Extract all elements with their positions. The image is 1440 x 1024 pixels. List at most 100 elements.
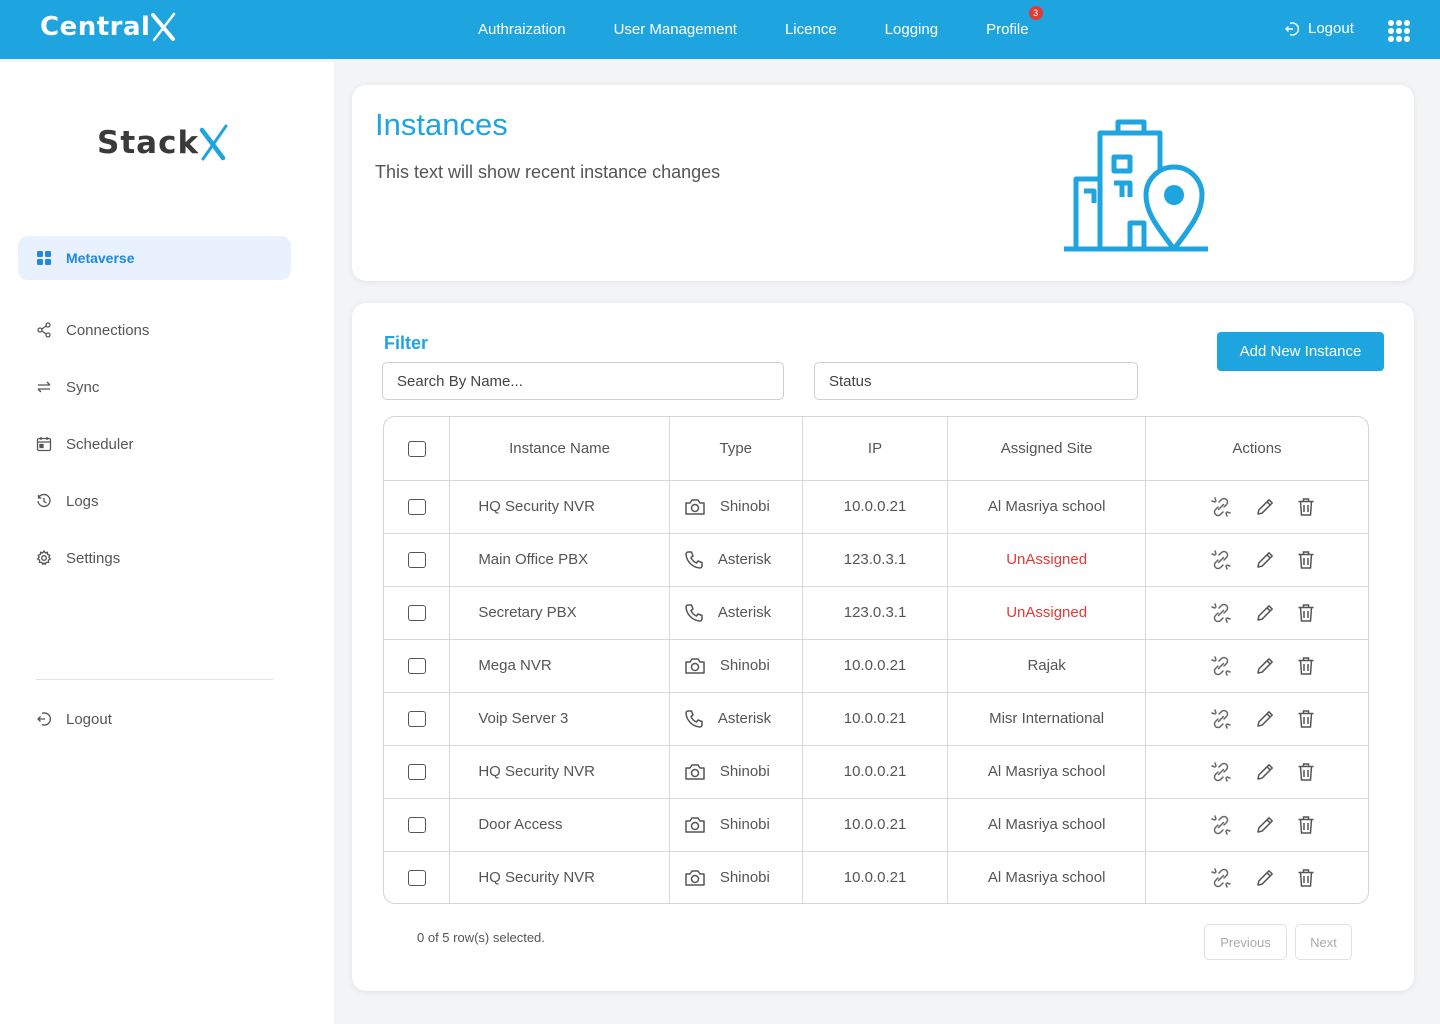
unlink-icon[interactable] bbox=[1209, 654, 1233, 678]
nav-profile[interactable]: Profile 3 bbox=[986, 6, 1043, 38]
instance-name: Secretary PBX bbox=[449, 586, 670, 640]
unlink-icon[interactable] bbox=[1209, 866, 1233, 890]
unlink-icon[interactable] bbox=[1209, 813, 1233, 837]
delete-icon[interactable] bbox=[1297, 497, 1315, 517]
table-row[interactable]: Mega NVR Shinobi 10.0.0.21 Rajak bbox=[384, 639, 1368, 693]
sidebar-logout-button[interactable]: Logout bbox=[18, 697, 291, 741]
nav-user-management[interactable]: User Management bbox=[614, 21, 737, 38]
sidebar-item-label: Logs bbox=[66, 492, 99, 510]
centralx-logo[interactable]: Central bbox=[40, 12, 177, 42]
instances-hero-card: Instances This text will show recent ins… bbox=[352, 85, 1414, 281]
unlink-icon[interactable] bbox=[1209, 601, 1233, 625]
table-row[interactable]: Secretary PBX Asterisk 123.0.3.1 UnAssigned bbox=[384, 586, 1368, 640]
column-header-assigned-site[interactable]: Assigned Site bbox=[947, 417, 1146, 481]
table-row[interactable]: HQ Security NVR Shinobi 10.0.0.21 Al Masriy… bbox=[384, 851, 1368, 903]
column-header-type[interactable]: Type bbox=[669, 417, 803, 481]
row-checkbox[interactable] bbox=[407, 764, 426, 781]
delete-icon[interactable] bbox=[1297, 656, 1315, 676]
edit-icon[interactable] bbox=[1255, 497, 1275, 517]
instance-name: Mega NVR bbox=[449, 639, 670, 693]
delete-icon[interactable] bbox=[1297, 762, 1315, 782]
page-title: Instances bbox=[375, 107, 508, 142]
row-checkbox[interactable] bbox=[407, 870, 426, 887]
row-checkbox[interactable] bbox=[407, 658, 426, 675]
nav-profile-label: Profile bbox=[986, 21, 1029, 38]
edit-icon[interactable] bbox=[1255, 550, 1275, 570]
table-row[interactable]: HQ Security NVR Shinobi 10.0.0.21 Al Masriy… bbox=[384, 745, 1368, 799]
instances-table-card: Filter Add New Instance Instance Name Ty… bbox=[352, 303, 1414, 991]
add-new-instance-button[interactable]: Add New Instance bbox=[1217, 332, 1384, 371]
instance-ip: 10.0.0.21 bbox=[802, 798, 949, 852]
column-header-ip[interactable]: IP bbox=[802, 417, 949, 481]
sidebar-item-label: Metaverse bbox=[66, 250, 135, 266]
table-row[interactable]: Voip Server 3 Asterisk 10.0.0.21 Misr Inter… bbox=[384, 692, 1368, 746]
delete-icon[interactable] bbox=[1297, 815, 1315, 835]
column-header-instance-name[interactable]: Instance Name bbox=[449, 417, 670, 481]
assigned-site: Misr International bbox=[947, 692, 1146, 746]
unlink-icon[interactable] bbox=[1209, 760, 1233, 784]
instance-ip: 10.0.0.21 bbox=[802, 851, 949, 903]
nav-logging[interactable]: Logging bbox=[885, 21, 938, 38]
edit-icon[interactable] bbox=[1255, 656, 1275, 676]
search-input[interactable] bbox=[382, 362, 784, 400]
unlink-icon[interactable] bbox=[1209, 495, 1233, 519]
camera-icon bbox=[684, 869, 706, 887]
gear-icon bbox=[36, 550, 52, 566]
select-all-checkbox[interactable] bbox=[407, 440, 426, 457]
delete-icon[interactable] bbox=[1297, 550, 1315, 570]
row-checkbox[interactable] bbox=[407, 711, 426, 728]
edit-icon[interactable] bbox=[1255, 603, 1275, 623]
sidebar-item-logs[interactable]: Logs bbox=[18, 479, 291, 523]
instance-type: Asterisk bbox=[717, 551, 772, 568]
sidebar-logout-label: Logout bbox=[66, 710, 112, 728]
sidebar-item-connections[interactable]: Connections bbox=[18, 308, 291, 352]
column-header-actions: Actions bbox=[1145, 417, 1368, 481]
instance-type: Shinobi bbox=[719, 763, 770, 780]
sidebar-item-sync[interactable]: Sync bbox=[18, 365, 291, 409]
edit-icon[interactable] bbox=[1255, 868, 1275, 888]
sidebar-item-scheduler[interactable]: Scheduler bbox=[18, 422, 291, 466]
nav-authorization[interactable]: Authraization bbox=[478, 21, 566, 38]
top-logout-label: Logout bbox=[1308, 20, 1354, 37]
next-page-button[interactable]: Next bbox=[1295, 924, 1352, 960]
logout-icon bbox=[37, 712, 52, 726]
row-checkbox[interactable] bbox=[407, 605, 426, 622]
unlink-icon[interactable] bbox=[1209, 548, 1233, 572]
status-filter[interactable] bbox=[814, 362, 1138, 400]
row-checkbox[interactable] bbox=[407, 552, 426, 569]
edit-icon[interactable] bbox=[1255, 815, 1275, 835]
delete-icon[interactable] bbox=[1297, 603, 1315, 623]
camera-icon bbox=[684, 816, 706, 834]
sidebar-item-settings[interactable]: Settings bbox=[18, 536, 291, 580]
top-logout-button[interactable]: Logout bbox=[1284, 20, 1354, 37]
filter-label: Filter bbox=[384, 333, 429, 353]
row-checkbox[interactable] bbox=[407, 499, 426, 516]
instance-type: Shinobi bbox=[719, 498, 770, 515]
unlink-icon[interactable] bbox=[1209, 707, 1233, 731]
table-row[interactable]: Main Office PBX Asterisk 123.0.3.1 UnAssign… bbox=[384, 533, 1368, 587]
table-row[interactable]: HQ Security NVR Shinobi 10.0.0.21 Al Masriy… bbox=[384, 480, 1368, 534]
assigned-site: UnAssigned bbox=[947, 533, 1146, 587]
instance-ip: 10.0.0.21 bbox=[802, 639, 949, 693]
calendar-icon bbox=[36, 437, 52, 452]
phone-icon bbox=[684, 550, 704, 570]
instance-name: HQ Security NVR bbox=[449, 745, 670, 799]
instance-ip: 10.0.0.21 bbox=[802, 480, 949, 534]
sidebar-item-label: Sync bbox=[66, 378, 100, 396]
camera-icon bbox=[684, 498, 706, 516]
instances-table: Instance Name Type IP Assigned Site Acti… bbox=[383, 416, 1369, 904]
previous-page-button[interactable]: Previous bbox=[1204, 924, 1287, 960]
row-checkbox[interactable] bbox=[407, 817, 426, 834]
nav-licence[interactable]: Licence bbox=[785, 21, 837, 38]
instance-name: HQ Security NVR bbox=[449, 851, 670, 903]
grid-dots-icon[interactable] bbox=[1388, 20, 1410, 42]
edit-icon[interactable] bbox=[1255, 709, 1275, 729]
sidebar-item-metaverse[interactable]: Metaverse bbox=[18, 236, 291, 280]
assigned-site: Rajak bbox=[947, 639, 1146, 693]
delete-icon[interactable] bbox=[1297, 868, 1315, 888]
delete-icon[interactable] bbox=[1297, 709, 1315, 729]
sidebar-divider bbox=[36, 679, 273, 680]
table-row[interactable]: Door Access Shinobi 10.0.0.21 Al Masriya sc… bbox=[384, 798, 1368, 852]
stack-logo-text: Stack bbox=[97, 125, 200, 161]
edit-icon[interactable] bbox=[1255, 762, 1275, 782]
